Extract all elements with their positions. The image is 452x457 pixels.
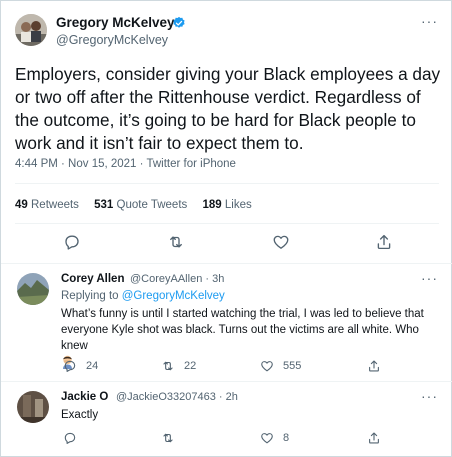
replying-to-mention[interactable]: @GregoryMcKelvey [122, 290, 225, 302]
reply-tweet: Corey Allen @CoreyAAllen · 3h ··· Replyi… [1, 264, 452, 382]
divider [15, 223, 439, 224]
retweet-icon[interactable] [167, 233, 185, 251]
retweets-label: Retweets [31, 199, 79, 211]
more-options-icon[interactable]: ··· [421, 388, 438, 404]
divider [15, 183, 439, 184]
more-options-icon[interactable]: ··· [421, 270, 438, 286]
reply-text: What’s funny is until I started watching… [61, 306, 446, 372]
reply-icon[interactable] [63, 233, 81, 251]
reply-action[interactable] [63, 431, 77, 445]
avatar-photo-icon [15, 14, 47, 46]
reply-count: 24 [86, 360, 99, 372]
tweet-text-line: or two off after the Rittenhouse verdict… [15, 87, 421, 107]
like-icon [261, 433, 273, 444]
tweet-meta[interactable]: 4:44 PM · Nov 15, 2021 · Twitter for iPh… [15, 158, 236, 170]
tweet-stats: 49 Retweets 531 Quote Tweets 189 Likes [15, 199, 264, 211]
share-icon [369, 360, 379, 372]
like-icon[interactable] [272, 233, 290, 251]
share-icon [369, 432, 379, 444]
retweet-icon [163, 361, 173, 371]
like-action[interactable]: 8 [260, 431, 289, 445]
tweet-text-line: work and it isn’t fair to expect them to… [15, 133, 304, 153]
reply-text-line: everyone Kyle shot was black. Turns out … [61, 324, 419, 352]
avatar[interactable] [17, 273, 49, 305]
reply-text-line: What’s funny is until I started watching… [61, 308, 424, 320]
reply-action[interactable]: 24 [63, 359, 98, 373]
likes-stat[interactable]: 189 Likes [202, 199, 251, 211]
like-action[interactable]: 555 [260, 359, 301, 373]
tweet-thread-card: Gregory McKelvey @GregoryMcKelvey ··· Em… [0, 0, 452, 457]
tweet-text: Employers, consider giving your Black em… [15, 63, 445, 155]
avatar[interactable] [17, 391, 49, 423]
retweet-action[interactable]: 22 [161, 359, 196, 373]
tweet-text-line: Employers, consider giving your Black em… [15, 64, 441, 84]
display-name[interactable]: Gregory McKelvey [56, 15, 175, 30]
likes-label: Likes [224, 199, 252, 211]
reply-text: Exactly [61, 407, 446, 423]
retweets-count: 49 [15, 199, 28, 211]
handle-time[interactable]: @JackieO33207463 · 2h [116, 391, 238, 403]
replying-to: Replying to @GregoryMcKelvey [61, 290, 225, 302]
quote-tweets-count: 531 [94, 199, 114, 211]
like-count: 8 [283, 432, 290, 444]
display-name[interactable]: Jackie O [61, 391, 108, 403]
main-tweet: Gregory McKelvey @GregoryMcKelvey ··· Em… [1, 1, 452, 264]
reply-text-line: Exactly [61, 409, 99, 421]
reply-icon [64, 360, 76, 372]
handle[interactable]: @GregoryMcKelvey [56, 33, 168, 47]
handle-time[interactable]: @CoreyAAllen · 3h [130, 273, 224, 285]
likes-count: 189 [202, 199, 222, 211]
like-icon [261, 361, 273, 372]
avatar[interactable] [15, 14, 47, 46]
more-options-icon[interactable]: ··· [421, 13, 438, 29]
tweet-text-line: the outcome, it’s going to be hard for B… [15, 110, 416, 130]
quote-tweets-label: Quote Tweets [116, 199, 188, 211]
reply-tweet: Jackie O @JackieO33207463 · 2h ··· Exact… [1, 382, 452, 457]
retweet-action[interactable] [161, 431, 175, 445]
quote-tweets-stat[interactable]: 531 Quote Tweets [94, 199, 187, 211]
replying-to-label: Replying to [61, 290, 122, 302]
share-action[interactable] [367, 359, 381, 373]
avatar-photo-icon [17, 391, 49, 423]
reply-icon [64, 432, 76, 444]
share-icon[interactable] [375, 233, 393, 251]
facepalm-emoji-icon [61, 355, 446, 372]
retweets-stat[interactable]: 49 Retweets [15, 199, 79, 211]
retweet-icon [163, 433, 173, 443]
like-count: 555 [283, 360, 302, 372]
retweet-count: 22 [184, 360, 197, 372]
display-name[interactable]: Corey Allen [61, 273, 124, 285]
share-action[interactable] [367, 431, 381, 445]
verified-badge-icon [172, 16, 186, 30]
avatar-photo-icon [17, 273, 49, 305]
